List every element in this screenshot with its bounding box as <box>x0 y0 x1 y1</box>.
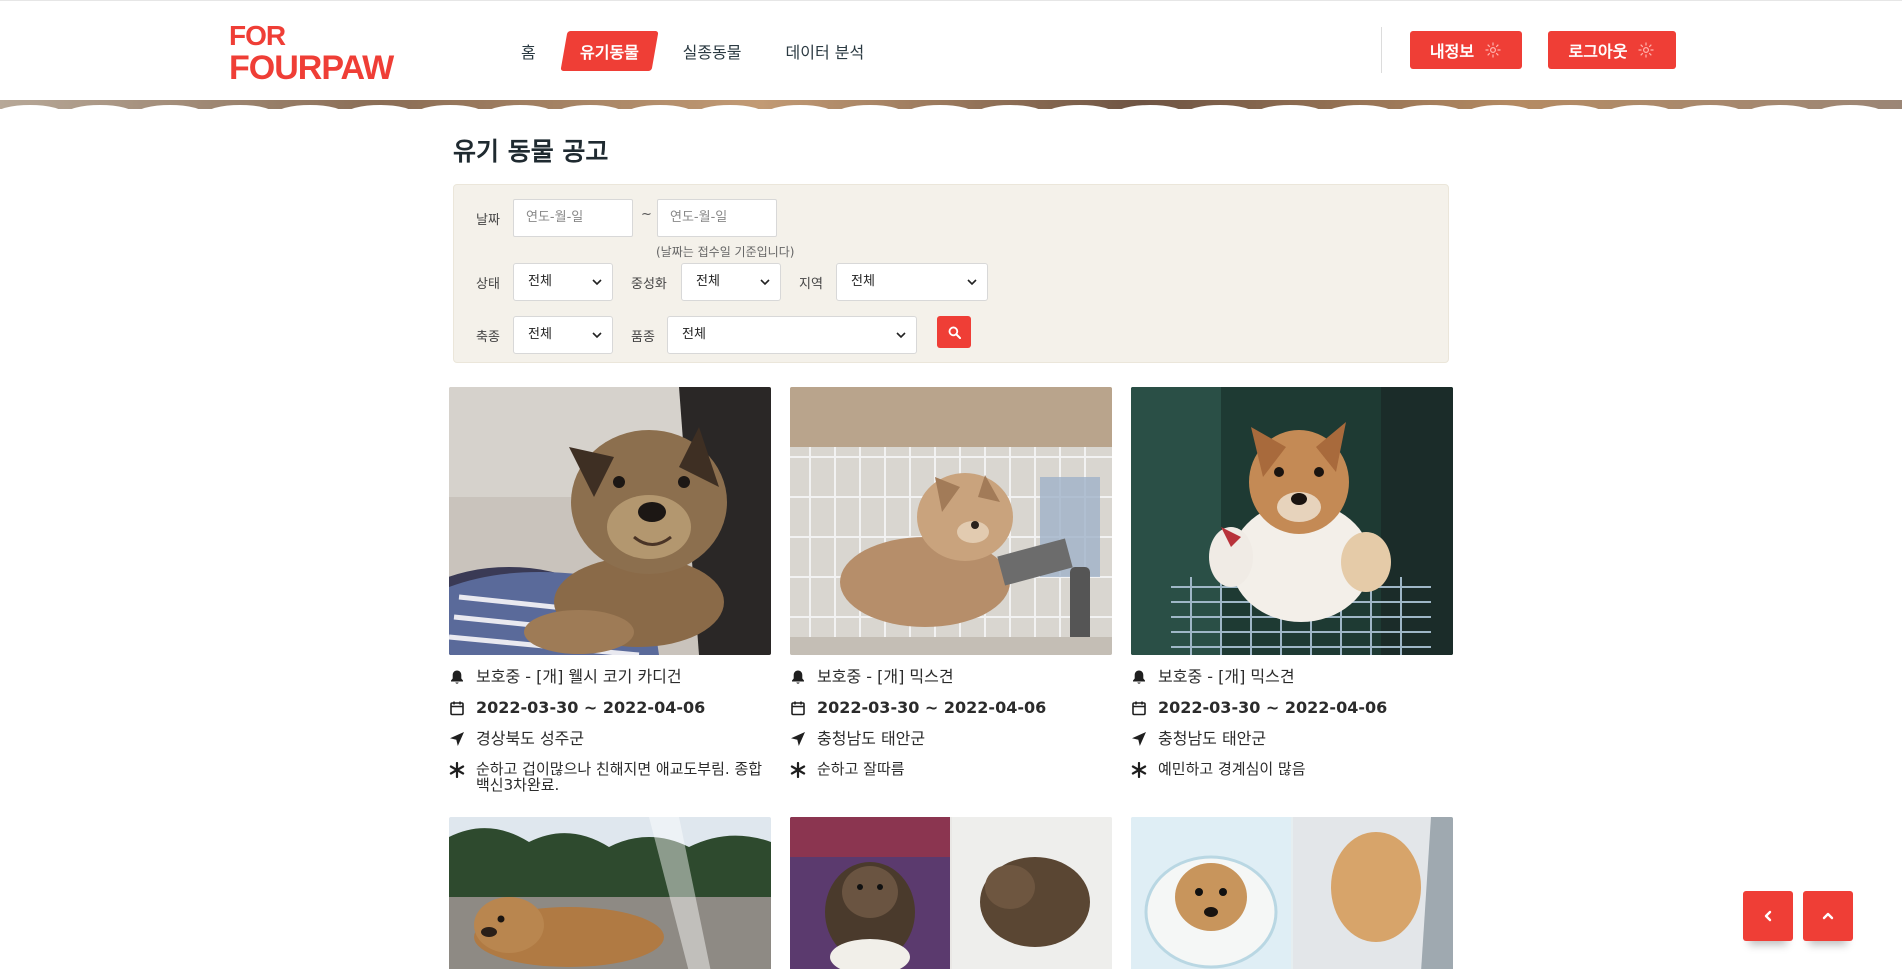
animal-photo[interactable] <box>1131 387 1453 655</box>
bell-icon <box>1133 670 1145 684</box>
animal-card[interactable] <box>790 817 1112 969</box>
date-to-input[interactable]: 연도-월-일 <box>657 199 777 237</box>
status-select[interactable]: 전체 <box>513 263 613 301</box>
animal-card[interactable]: 보호중 - [개] 믹스견 2022-03-30 ~ 2022-04-06 충청… <box>1131 387 1453 778</box>
back-button[interactable] <box>1743 891 1793 941</box>
asterisk-icon <box>449 762 465 778</box>
card-note-row: 순하고 겁이많으나 친해지면 애교도부림. 종합백신3차완료. <box>449 761 771 793</box>
chevron-down-icon <box>896 332 906 339</box>
calendar-icon <box>791 701 805 716</box>
card-period-row: 2022-03-30 ~ 2022-04-06 <box>790 699 1112 717</box>
species-label: 축종 <box>476 330 500 345</box>
card-location-row: 충청남도 태안군 <box>790 730 1112 748</box>
chevron-down-icon <box>592 332 602 339</box>
asterisk-icon <box>1131 762 1147 778</box>
svg-text:FOURPAW: FOURPAW <box>229 49 395 83</box>
animal-card[interactable] <box>1131 817 1453 969</box>
date-note: (날짜는 접수일 기준입니다) <box>656 245 795 259</box>
status-select-value: 전체 <box>528 274 552 289</box>
card-location: 경상북도 성주군 <box>476 729 585 748</box>
card-location-row: 경상북도 성주군 <box>449 730 771 748</box>
card-note-row: 예민하고 경계심이 많음 <box>1131 761 1453 778</box>
card-status-row: 보호중 - [개] 믹스견 <box>790 668 1112 686</box>
logout-button[interactable]: 로그아웃 <box>1548 31 1676 69</box>
neuter-select[interactable]: 전체 <box>681 263 781 301</box>
logout-label: 로그아웃 <box>1568 42 1628 61</box>
card-note: 예민하고 경계심이 많음 <box>1158 760 1306 778</box>
settings-icon <box>1638 42 1654 58</box>
site-header: FOR FOURPAW 홈 유기동물 실종동물 데이터 분석 내정보 로그아웃 <box>0 0 1902 109</box>
calendar-icon <box>450 701 464 716</box>
nav-item-abandoned[interactable]: 유기동물 <box>560 31 659 71</box>
region-select[interactable]: 전체 <box>836 263 988 301</box>
nav-item-home[interactable]: 홈 <box>505 31 552 71</box>
breed-select[interactable]: 전체 <box>667 316 917 354</box>
asterisk-icon <box>790 762 806 778</box>
location-arrow-icon <box>1132 732 1146 746</box>
card-period-row: 2022-03-30 ~ 2022-04-06 <box>449 699 771 717</box>
region-label: 지역 <box>799 277 823 292</box>
location-arrow-icon <box>450 732 464 746</box>
card-location: 충청남도 태안군 <box>817 729 926 748</box>
animal-photo[interactable] <box>790 387 1112 655</box>
animal-card[interactable]: 보호중 - [개] 웰시 코기 카디건 2022-03-30 ~ 2022-04… <box>449 387 771 793</box>
header-decorative-strip <box>0 97 1902 109</box>
search-button[interactable] <box>937 316 971 348</box>
card-period-row: 2022-03-30 ~ 2022-04-06 <box>1131 699 1453 717</box>
neuter-label: 중성화 <box>631 277 667 292</box>
card-period: 2022-03-30 ~ 2022-04-06 <box>476 698 706 717</box>
search-icon <box>948 326 961 339</box>
animal-card[interactable] <box>449 817 771 969</box>
breed-label: 품종 <box>631 330 655 345</box>
chevron-down-icon <box>592 279 602 286</box>
nav-item-data-analysis[interactable]: 데이터 분석 <box>770 31 881 71</box>
species-select-value: 전체 <box>528 327 552 342</box>
animal-photo[interactable] <box>1131 817 1453 969</box>
region-select-value: 전체 <box>851 274 875 289</box>
card-period: 2022-03-30 ~ 2022-04-06 <box>817 698 1047 717</box>
card-status-row: 보호중 - [개] 믹스견 <box>1131 668 1453 686</box>
chevron-down-icon <box>967 279 977 286</box>
animal-card[interactable]: 보호중 - [개] 믹스견 2022-03-30 ~ 2022-04-06 충청… <box>790 387 1112 778</box>
card-status: 보호중 - [개] 웰시 코기 카디건 <box>476 667 682 686</box>
calendar-icon <box>1132 701 1146 716</box>
chevron-down-icon <box>760 279 770 286</box>
card-note-row: 순하고 잘따름 <box>790 761 1112 778</box>
breed-select-value: 전체 <box>682 327 706 342</box>
scroll-to-top-button[interactable] <box>1803 891 1853 941</box>
my-info-label: 내정보 <box>1429 42 1475 61</box>
nav-item-missing[interactable]: 실종동물 <box>667 31 758 71</box>
card-note: 순하고 잘따름 <box>817 760 905 778</box>
date-label: 날짜 <box>476 213 500 228</box>
animal-photo[interactable] <box>790 817 1112 969</box>
date-range-separator: ~ <box>641 207 652 222</box>
card-status: 보호중 - [개] 믹스견 <box>1158 667 1295 686</box>
header-divider <box>1381 27 1382 73</box>
species-select[interactable]: 전체 <box>513 316 613 354</box>
chevron-left-icon <box>1764 910 1772 922</box>
card-status-row: 보호중 - [개] 웰시 코기 카디건 <box>449 668 771 686</box>
chevron-up-icon <box>1822 912 1834 920</box>
card-status: 보호중 - [개] 믹스견 <box>817 667 954 686</box>
site-logo[interactable]: FOR FOURPAW <box>229 19 425 83</box>
date-from-input[interactable]: 연도-월-일 <box>513 199 633 237</box>
page-title: 유기 동물 공고 <box>453 137 609 166</box>
neuter-select-value: 전체 <box>696 274 720 289</box>
status-label: 상태 <box>476 277 500 292</box>
animal-photo[interactable] <box>449 817 771 969</box>
card-location-row: 충청남도 태안군 <box>1131 730 1453 748</box>
location-arrow-icon <box>791 732 805 746</box>
card-note: 순하고 겁이많으나 친해지면 애교도부림. 종합백신3차완료. <box>476 760 763 794</box>
animal-photo[interactable] <box>449 387 771 655</box>
filter-panel: 날짜 연도-월-일 ~ 연도-월-일 (날짜는 접수일 기준입니다) 상태 전체… <box>453 184 1449 363</box>
card-period: 2022-03-30 ~ 2022-04-06 <box>1158 698 1388 717</box>
my-info-button[interactable]: 내정보 <box>1410 31 1522 69</box>
bell-icon <box>451 670 463 684</box>
bell-icon <box>792 670 804 684</box>
nav-item-abandoned-label: 유기동물 <box>579 43 639 62</box>
settings-icon <box>1485 42 1501 58</box>
main-nav: 홈 유기동물 실종동물 데이터 분석 <box>505 31 892 71</box>
card-location: 충청남도 태안군 <box>1158 729 1267 748</box>
svg-text:FOR: FOR <box>229 20 286 51</box>
